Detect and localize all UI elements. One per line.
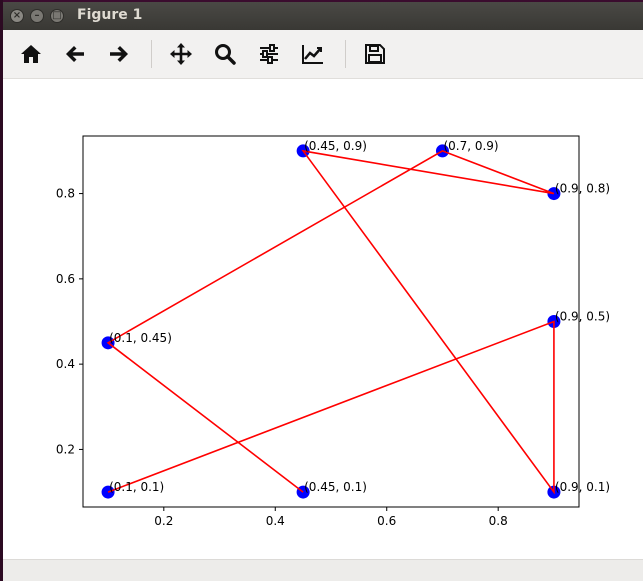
back-button[interactable]	[59, 38, 91, 70]
title-bar[interactable]: × – □ Figure 1	[3, 2, 643, 30]
y-tick-label: 0.6	[56, 272, 75, 286]
forward-button[interactable]	[103, 38, 135, 70]
y-tick-label: 0.2	[56, 442, 75, 456]
floppy-disk-icon	[365, 44, 385, 64]
line-chart-icon	[302, 45, 323, 64]
point-annotation: (0.9, 0.5)	[555, 310, 610, 324]
minimize-window-button[interactable]: –	[30, 9, 44, 23]
x-tick-label: 0.8	[489, 514, 508, 528]
close-icon: ×	[12, 10, 22, 21]
zoom-button[interactable]	[209, 38, 241, 70]
navigation-toolbar	[3, 30, 643, 79]
save-button[interactable]	[359, 38, 391, 70]
home-button[interactable]	[15, 38, 47, 70]
figure-canvas[interactable]: 0.2 0.4 0.6 0.8 0.2 0.4 0.6 0.8 (0.1, 0.1) (0.9, …	[3, 79, 643, 559]
edit-axes-button[interactable]	[297, 38, 329, 70]
toolbar-separator	[151, 40, 152, 68]
point-annotation: (0.45, 0.1)	[304, 480, 367, 494]
pan-button[interactable]	[165, 38, 197, 70]
figure-window: × – □ Figure 1 0.2 0.4 0.6 0.8 0.2 0.4 0…	[3, 2, 643, 581]
y-tick-label: 0.4	[56, 357, 75, 371]
arrow-left-icon	[66, 46, 84, 62]
minimize-icon: –	[34, 10, 40, 21]
x-tick-label: 0.2	[154, 514, 173, 528]
plot-area-frame	[82, 135, 580, 508]
magnifier-icon	[215, 44, 236, 65]
toolbar-separator	[345, 40, 346, 68]
point-annotation: (0.1, 0.45)	[109, 331, 172, 345]
x-tick-label: 0.4	[266, 514, 285, 528]
window-title: Figure 1	[77, 7, 143, 23]
maximize-window-button[interactable]: □	[50, 9, 64, 23]
arrow-right-icon	[110, 46, 128, 62]
close-window-button[interactable]: ×	[10, 9, 24, 23]
configure-subplots-button[interactable]	[253, 38, 285, 70]
point-annotation: (0.9, 0.1)	[555, 480, 610, 494]
point-annotation: (0.7, 0.9)	[443, 139, 498, 153]
maximize-icon: □	[52, 10, 62, 21]
x-tick-label: 0.6	[377, 514, 396, 528]
y-tick-label: 0.8	[56, 187, 75, 201]
point-annotation: (0.45, 0.9)	[304, 139, 367, 153]
status-bar	[3, 559, 643, 581]
point-annotation: (0.9, 0.8)	[555, 182, 610, 196]
home-icon	[21, 45, 41, 63]
move-icon	[170, 43, 192, 65]
sliders-icon	[260, 44, 278, 64]
point-annotation: (0.1, 0.1)	[109, 480, 164, 494]
scatter-plot: 0.2 0.4 0.6 0.8 0.2 0.4 0.6 0.8 (0.1, 0.1) (0.9, …	[56, 135, 610, 528]
